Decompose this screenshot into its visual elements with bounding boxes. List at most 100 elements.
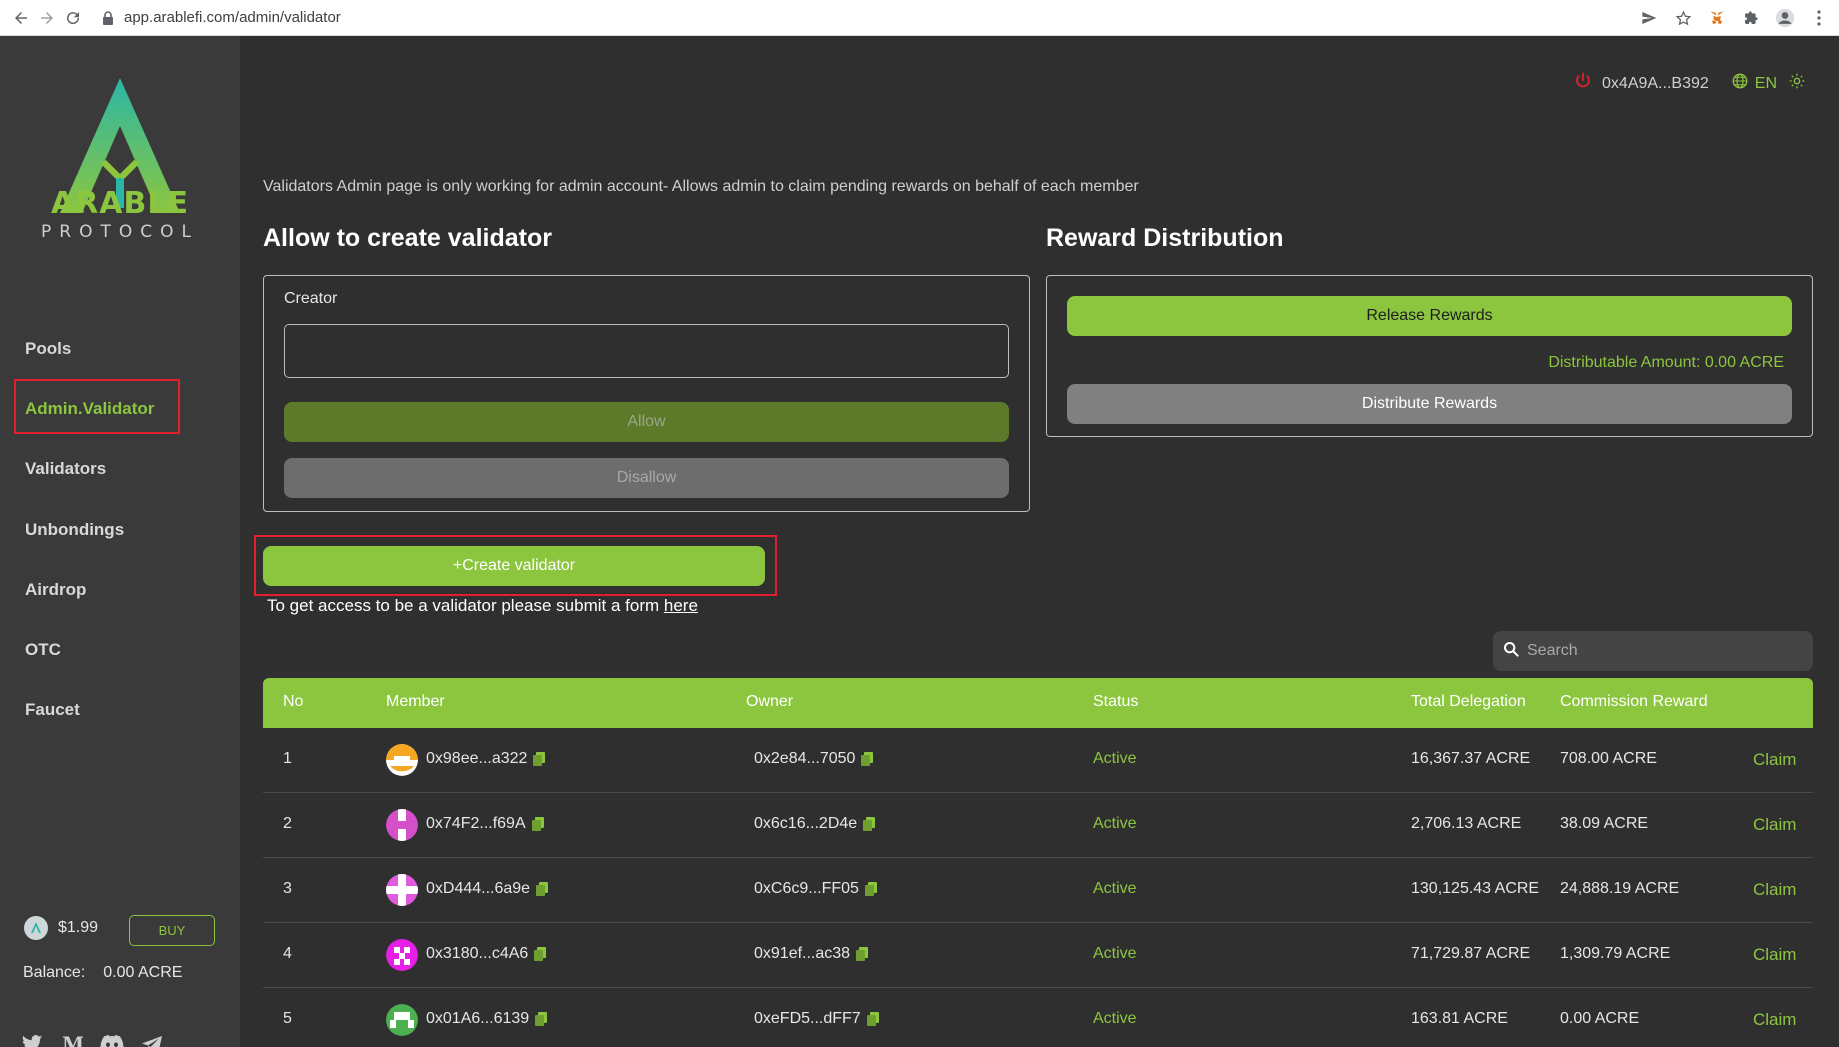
creator-input[interactable] <box>284 324 1009 378</box>
copy-icon[interactable] <box>531 817 544 831</box>
discord-icon[interactable] <box>100 1032 124 1047</box>
member-avatar <box>386 744 418 776</box>
buy-button[interactable]: BUY <box>129 915 215 946</box>
sidebar-item-otc[interactable]: OTC <box>25 640 61 660</box>
copy-icon[interactable] <box>535 1012 548 1026</box>
social-links: M <box>20 1032 164 1047</box>
send-icon[interactable] <box>1637 6 1661 30</box>
language-selector[interactable]: EN <box>1731 72 1777 95</box>
copy-icon[interactable] <box>856 947 869 961</box>
owner-address: 0x2e84...7050 <box>754 750 874 768</box>
access-note-text: To get access to be a validator please s… <box>267 596 660 615</box>
commission-reward: 1,309.79 ACRE <box>1560 945 1671 962</box>
sidebar: ARABLE PROTOCOL Pools Admin.Validator Va… <box>0 36 240 1047</box>
language-code: EN <box>1754 74 1777 92</box>
reload-icon[interactable] <box>60 5 86 31</box>
twitter-icon[interactable] <box>20 1032 44 1047</box>
allow-panel: Creator Allow Disallow <box>263 275 1030 512</box>
power-icon[interactable] <box>1574 72 1592 95</box>
medium-icon[interactable]: M <box>60 1032 84 1047</box>
owner-address: 0x6c16...2D4e <box>754 815 876 833</box>
release-rewards-button[interactable]: Release Rewards <box>1067 296 1792 336</box>
search-input[interactable] <box>1527 642 1797 660</box>
copy-icon[interactable] <box>534 947 547 961</box>
copy-icon[interactable] <box>536 882 549 896</box>
table-header: No Member Owner Status Total Delegation … <box>263 678 1813 728</box>
copy-icon[interactable] <box>861 752 874 766</box>
admin-notice: Validators Admin page is only working fo… <box>263 178 1139 195</box>
table-row: 3 0xD444...6a9e 0xC6c9...FF05 Active 130… <box>263 858 1813 923</box>
url-text: app.arablefi.com/admin/validator <box>124 9 341 26</box>
copy-icon[interactable] <box>866 1012 879 1026</box>
member-avatar <box>386 874 418 906</box>
status-badge: Active <box>1093 1010 1137 1027</box>
header-toolbar: 0x4A9A...B392 EN <box>1574 72 1805 95</box>
star-icon[interactable] <box>1671 6 1695 30</box>
total-delegation: 2,706.13 ACRE <box>1411 815 1522 832</box>
logo-brand-text: ARABLE <box>50 186 189 221</box>
kebab-menu-icon[interactable] <box>1807 6 1831 30</box>
member-address: 0x01A6...6139 <box>426 1010 548 1028</box>
sidebar-item-airdrop[interactable]: Airdrop <box>25 580 86 600</box>
extensions-puzzle-icon[interactable] <box>1739 6 1763 30</box>
row-no: 3 <box>283 880 292 897</box>
claim-button[interactable]: Claim <box>1753 880 1796 900</box>
token-price: $1.99 <box>24 916 98 940</box>
header-commission-reward: Commission Reward <box>1560 693 1708 710</box>
table-row: 4 0x3180...c4A6 0x91ef...ac38 Active 71,… <box>263 923 1813 988</box>
distribute-rewards-button[interactable]: Distribute Rewards <box>1067 384 1792 424</box>
metamask-fox-icon[interactable] <box>1705 6 1729 30</box>
status-badge: Active <box>1093 815 1137 832</box>
create-validator-button[interactable]: +Create validator <box>263 546 765 586</box>
copy-icon[interactable] <box>533 752 546 766</box>
row-no: 4 <box>283 945 292 962</box>
header-total-delegation: Total Delegation <box>1411 693 1526 710</box>
claim-button[interactable]: Claim <box>1753 1010 1796 1030</box>
form-link[interactable]: here <box>664 596 698 615</box>
sidebar-item-admin-validator[interactable]: Admin.Validator <box>25 399 154 419</box>
table-row: 1 0x98ee...a322 0x2e84...7050 Active 16,… <box>263 728 1813 793</box>
member-address: 0x98ee...a322 <box>426 750 546 768</box>
claim-button[interactable]: Claim <box>1753 815 1796 835</box>
commission-reward: 708.00 ACRE <box>1560 750 1657 767</box>
distributable-amount: Distributable Amount: 0.00 ACRE <box>1548 354 1784 371</box>
row-no: 2 <box>283 815 292 832</box>
table-row: 5 0x01A6...6139 0xeFD5...dFF7 Active 163… <box>263 988 1813 1047</box>
owner-address: 0xC6c9...FF05 <box>754 880 877 898</box>
copy-icon[interactable] <box>863 817 876 831</box>
member-avatar <box>386 939 418 971</box>
allow-section-title: Allow to create validator <box>263 224 552 252</box>
profile-avatar-icon[interactable] <box>1773 6 1797 30</box>
telegram-icon[interactable] <box>140 1032 164 1047</box>
sidebar-item-validators[interactable]: Validators <box>25 459 106 479</box>
claim-button[interactable]: Claim <box>1753 750 1796 770</box>
forward-arrow-icon[interactable] <box>34 5 60 31</box>
access-note: To get access to be a validator please s… <box>267 596 698 616</box>
row-no: 1 <box>283 750 292 767</box>
wallet-connection[interactable]: 0x4A9A...B392 <box>1574 72 1709 95</box>
header-member: Member <box>386 693 445 710</box>
status-badge: Active <box>1093 750 1137 767</box>
claim-button[interactable]: Claim <box>1753 945 1796 965</box>
balance-value: 0.00 ACRE <box>103 964 183 981</box>
disallow-button[interactable]: Disallow <box>284 458 1009 498</box>
copy-icon[interactable] <box>864 882 877 896</box>
address-bar[interactable]: app.arablefi.com/admin/validator <box>98 9 341 26</box>
validators-table: No Member Owner Status Total Delegation … <box>263 678 1813 1047</box>
search-box[interactable] <box>1493 631 1813 671</box>
price-value: $1.99 <box>58 919 99 936</box>
row-no: 5 <box>283 1010 292 1027</box>
total-delegation: 16,367.37 ACRE <box>1411 750 1531 767</box>
table-row: 2 0x74F2...f69A 0x6c16...2D4e Active 2,7… <box>263 793 1813 858</box>
member-avatar <box>386 809 418 841</box>
sidebar-item-pools[interactable]: Pools <box>25 339 71 359</box>
theme-sun-icon[interactable] <box>1789 73 1805 94</box>
allow-button[interactable]: Allow <box>284 402 1009 442</box>
lock-icon <box>98 10 118 25</box>
sidebar-item-unbondings[interactable]: Unbondings <box>25 520 124 540</box>
back-arrow-icon[interactable] <box>8 5 34 31</box>
sidebar-item-faucet[interactable]: Faucet <box>25 700 80 720</box>
total-delegation: 71,729.87 ACRE <box>1411 945 1531 962</box>
creator-label: Creator <box>284 290 338 307</box>
acre-token-icon <box>24 916 48 940</box>
